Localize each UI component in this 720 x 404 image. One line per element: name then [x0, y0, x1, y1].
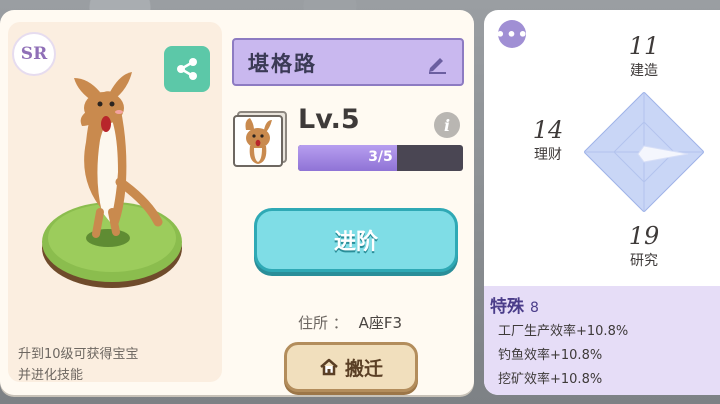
xp-text: 3/5	[368, 149, 393, 165]
special-section: 特殊 8 工厂生产效率+10.8% 钓鱼效率+10.8% 挖矿效率+10.8%	[484, 286, 720, 395]
hint-line-1: 升到10级可获得宝宝	[18, 347, 139, 362]
kangaroo-figure	[42, 72, 182, 288]
home-icon	[320, 358, 338, 376]
stat-build: 11 建造	[624, 32, 664, 80]
hint-line-2: 并进化技能	[18, 368, 84, 383]
more-icon[interactable]: •••	[495, 20, 528, 48]
name-field[interactable]: 堪格路	[232, 38, 464, 86]
residence-label: 住所	[298, 314, 329, 332]
stat-finance: 14 理财	[528, 116, 568, 164]
xp-bar: 3/5	[298, 145, 463, 171]
special-count: 8	[530, 300, 539, 316]
info-icon[interactable]: i	[434, 112, 460, 138]
pencil-icon[interactable]	[426, 52, 448, 74]
stat-research-value: 19	[628, 222, 660, 250]
move-label: 搬迁	[344, 357, 383, 380]
residence-separator: ：	[332, 314, 348, 332]
level-hint: 升到10级可获得宝宝 并进化技能	[18, 344, 218, 386]
special-item: 工厂生产效率+10.8%	[498, 324, 629, 339]
stat-finance-value: 14	[532, 116, 564, 144]
stat-build-label: 建造	[630, 63, 658, 79]
character-name: 堪格路	[248, 52, 317, 76]
special-item: 挖矿效率+10.8%	[498, 372, 603, 387]
avatar	[232, 110, 290, 168]
special-item: 钓鱼效率+10.8%	[498, 348, 603, 363]
stat-build-value: 11	[628, 32, 660, 60]
move-button[interactable]: 搬迁	[284, 342, 418, 392]
level-label: Lv.5	[298, 104, 360, 135]
special-title: 特殊	[490, 297, 524, 317]
stat-radar-chart	[584, 92, 704, 212]
character-card: 升到10级可获得宝宝 并进化技能 SR 堪格路 Lv.5 i 3/5 进阶 住所…	[0, 10, 474, 395]
share-icon	[177, 58, 197, 80]
share-button[interactable]	[164, 46, 210, 92]
stats-panel: ••• 11 建造 14 理财 19 研究 特殊 8 工厂生产效率+10.8% 钓…	[484, 10, 720, 395]
stat-finance-label: 理财	[534, 147, 562, 163]
residence-info: 住所 ： A座F3	[298, 312, 402, 333]
stat-research: 19 研究	[624, 222, 664, 270]
rarity-badge: SR	[12, 32, 56, 76]
residence-value: A座F3	[358, 314, 403, 332]
special-header: 特殊 8	[490, 292, 539, 317]
stat-research-label: 研究	[630, 253, 658, 269]
advance-button[interactable]: 进阶	[254, 208, 458, 272]
